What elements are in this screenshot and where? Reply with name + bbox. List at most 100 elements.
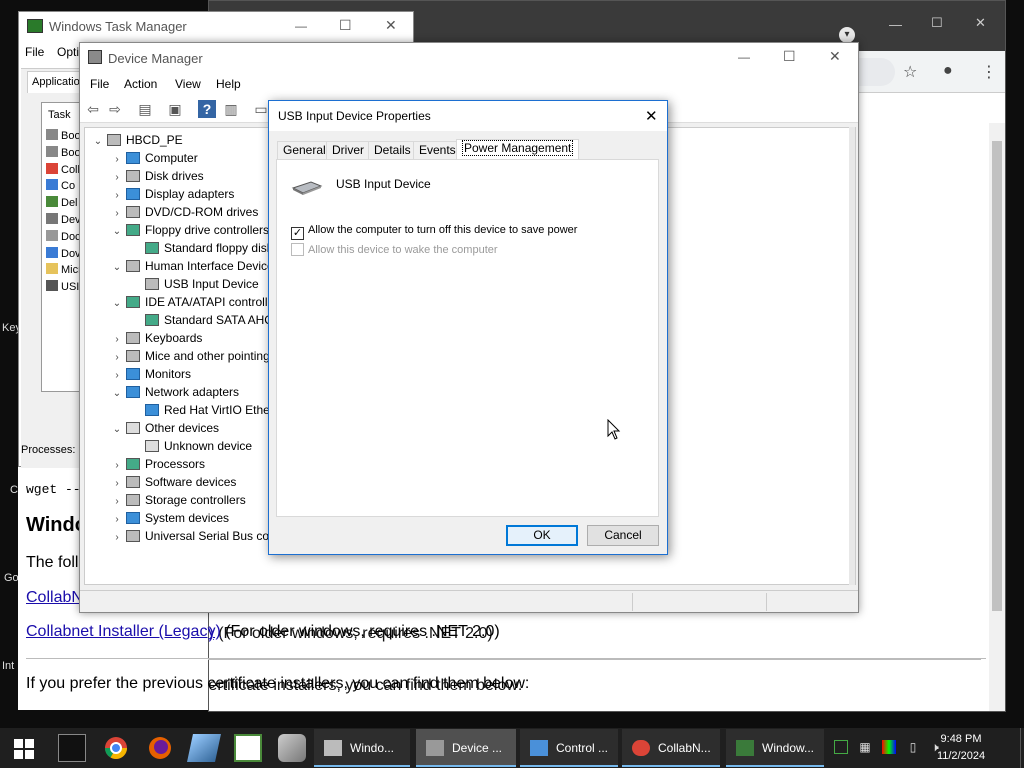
profile-avatar-icon[interactable]: ●: [943, 62, 953, 80]
minimize-icon[interactable]: —: [738, 50, 750, 64]
page-heading: Windo: [26, 514, 87, 536]
close-icon[interactable]: ✕: [829, 48, 841, 65]
tree-category[interactable]: › Software devices: [108, 473, 236, 491]
device-category-icon: [126, 152, 140, 164]
tab-details[interactable]: Details: [368, 141, 417, 159]
collapse-chevron-icon[interactable]: ⌄: [108, 223, 126, 241]
clock-date: 11/2/2024: [936, 750, 986, 762]
system-clock[interactable]: 9:48 PM 11/2/2024: [934, 731, 988, 765]
show-hide-console-tree-icon[interactable]: ▤: [136, 100, 154, 118]
tab-applications[interactable]: Applicatio: [27, 71, 87, 93]
tab-power-management[interactable]: Power Management: [456, 139, 580, 160]
tree-node-label: Processors: [145, 457, 206, 471]
title-bar[interactable]: Windows Task Manager — ☐ ✕: [19, 12, 413, 42]
taskbar-task-control-panel[interactable]: Control ...: [520, 729, 618, 767]
usb-input-device-properties-dialog[interactable]: USB Input Device Properties ✕ General Dr…: [268, 100, 668, 555]
tray-network-icon[interactable]: ▦: [858, 740, 872, 754]
collapse-chevron-icon[interactable]: ⌄: [89, 133, 107, 151]
help-icon[interactable]: ?: [198, 100, 216, 118]
tab-driver[interactable]: Driver: [326, 141, 370, 159]
cancel-button[interactable]: Cancel: [587, 525, 659, 546]
tray-usb-icon[interactable]: ▯: [906, 740, 920, 754]
tab-search-icon[interactable]: ▾: [839, 27, 855, 43]
task-app-icon: [46, 280, 58, 292]
show-desktop-button[interactable]: [1020, 728, 1024, 768]
ok-button[interactable]: OK: [506, 525, 578, 546]
maximize-icon[interactable]: ☐: [931, 15, 943, 31]
tree-category[interactable]: › Display adapters: [108, 185, 234, 203]
mouse-cursor-icon: [607, 419, 621, 440]
taskbar-task-windows[interactable]: Window...: [726, 729, 824, 767]
tree-category[interactable]: › Monitors: [108, 365, 191, 383]
menu-view[interactable]: View: [175, 77, 201, 91]
chrome-icon[interactable]: [102, 734, 130, 762]
tray-task-manager-icon[interactable]: [834, 740, 848, 754]
notepad-icon[interactable]: [187, 734, 221, 762]
collabnet-installer-link[interactable]: CollabN: [26, 589, 83, 607]
dialog-title: USB Input Device Properties: [278, 109, 431, 123]
allow-turn-off-option[interactable]: ✓ Allow the computer to turn off this dev…: [291, 224, 577, 240]
tree-scrollbar[interactable]: [849, 127, 855, 585]
tree-category[interactable]: › Keyboards: [108, 329, 202, 347]
legacy-installer-link[interactable]: Collabnet Installer (Legacy): [26, 623, 221, 640]
firefox-icon[interactable]: [146, 734, 174, 762]
tree-category[interactable]: › DVD/CD-ROM drives: [108, 203, 258, 221]
collapse-chevron-icon[interactable]: ⌄: [108, 385, 126, 403]
tree-category[interactable]: › Computer: [108, 149, 197, 167]
minimize-icon[interactable]: —: [889, 17, 902, 32]
maximize-icon[interactable]: ☐: [339, 17, 352, 34]
more-menu-icon[interactable]: ⋮: [981, 62, 997, 82]
tree-category[interactable]: ⌄ Other devices: [108, 419, 219, 437]
menu-options[interactable]: Opti: [57, 45, 79, 59]
forward-arrow-icon[interactable]: ⇨: [106, 100, 124, 118]
task-label: Device ...: [452, 741, 503, 755]
tab-general[interactable]: General: [277, 141, 332, 159]
menu-action[interactable]: Action: [124, 77, 157, 91]
taskbar-task-collabnet[interactable]: CollabN...: [622, 729, 720, 767]
tree-category[interactable]: ⌄ IDE ATA/ATAPI controllers: [108, 293, 284, 311]
taskbar-task-device-manager[interactable]: Device ...: [416, 729, 516, 767]
scrollbar-thumb[interactable]: [992, 141, 1002, 611]
collapse-chevron-icon[interactable]: ⌄: [108, 421, 126, 439]
tree-category[interactable]: › Storage controllers: [108, 491, 245, 509]
collapse-chevron-icon[interactable]: ⌄: [108, 259, 126, 277]
task-manager-pinned-icon[interactable]: [234, 734, 262, 762]
desktop-label-fragment: Go: [4, 572, 19, 584]
menu-help[interactable]: Help: [216, 77, 241, 91]
command-prompt-icon[interactable]: [58, 734, 86, 762]
properties-icon[interactable]: ▣: [166, 100, 184, 118]
menu-file[interactable]: File: [90, 77, 109, 91]
maximize-icon[interactable]: ☐: [783, 48, 796, 65]
taskbar-task-windows-task-manager[interactable]: Windo...: [314, 729, 410, 767]
tree-category[interactable]: › Disk drives: [108, 167, 203, 185]
tree-category[interactable]: ⌄ Human Interface Devices: [108, 257, 280, 275]
expand-chevron-icon[interactable]: ›: [108, 529, 126, 547]
bookmark-star-icon[interactable]: ☆: [903, 62, 917, 82]
tree-category[interactable]: › Processors: [108, 455, 205, 473]
title-bar[interactable]: Device Manager — ☐ ✕: [80, 43, 858, 73]
settings-tool-icon[interactable]: [278, 734, 306, 762]
tab-events[interactable]: Events: [413, 141, 462, 159]
tray-color-icon[interactable]: [882, 740, 896, 754]
menu-file[interactable]: File: [25, 45, 44, 59]
minimize-icon[interactable]: —: [295, 19, 307, 33]
tree-root-node[interactable]: ⌄ HBCD_PE: [89, 131, 183, 149]
close-icon[interactable]: ✕: [645, 107, 658, 125]
collapse-chevron-icon[interactable]: ⌄: [108, 295, 126, 313]
tree-device[interactable]: USB Input Device: [127, 275, 259, 293]
tree-device[interactable]: Unknown device: [127, 437, 252, 455]
task-column-header[interactable]: Task: [48, 109, 71, 121]
start-windows-icon[interactable]: [14, 739, 34, 759]
action-pane-icon[interactable]: ▥: [222, 100, 240, 118]
device-category-icon: [126, 332, 140, 344]
title-bar[interactable]: USB Input Device Properties ✕: [269, 101, 667, 131]
close-icon[interactable]: ✕: [385, 17, 397, 34]
close-icon[interactable]: ✕: [975, 15, 986, 31]
tree-category[interactable]: › System devices: [108, 509, 229, 527]
back-arrow-icon[interactable]: ⇦: [84, 100, 102, 118]
page-scrollbar[interactable]: [989, 123, 1005, 711]
tree-category[interactable]: ⌄ Network adapters: [108, 383, 239, 401]
device-category-icon: [145, 314, 159, 326]
allow-turn-off-checkbox[interactable]: ✓: [291, 227, 304, 240]
tree-category[interactable]: ⌄ Floppy drive controllers: [108, 221, 269, 239]
